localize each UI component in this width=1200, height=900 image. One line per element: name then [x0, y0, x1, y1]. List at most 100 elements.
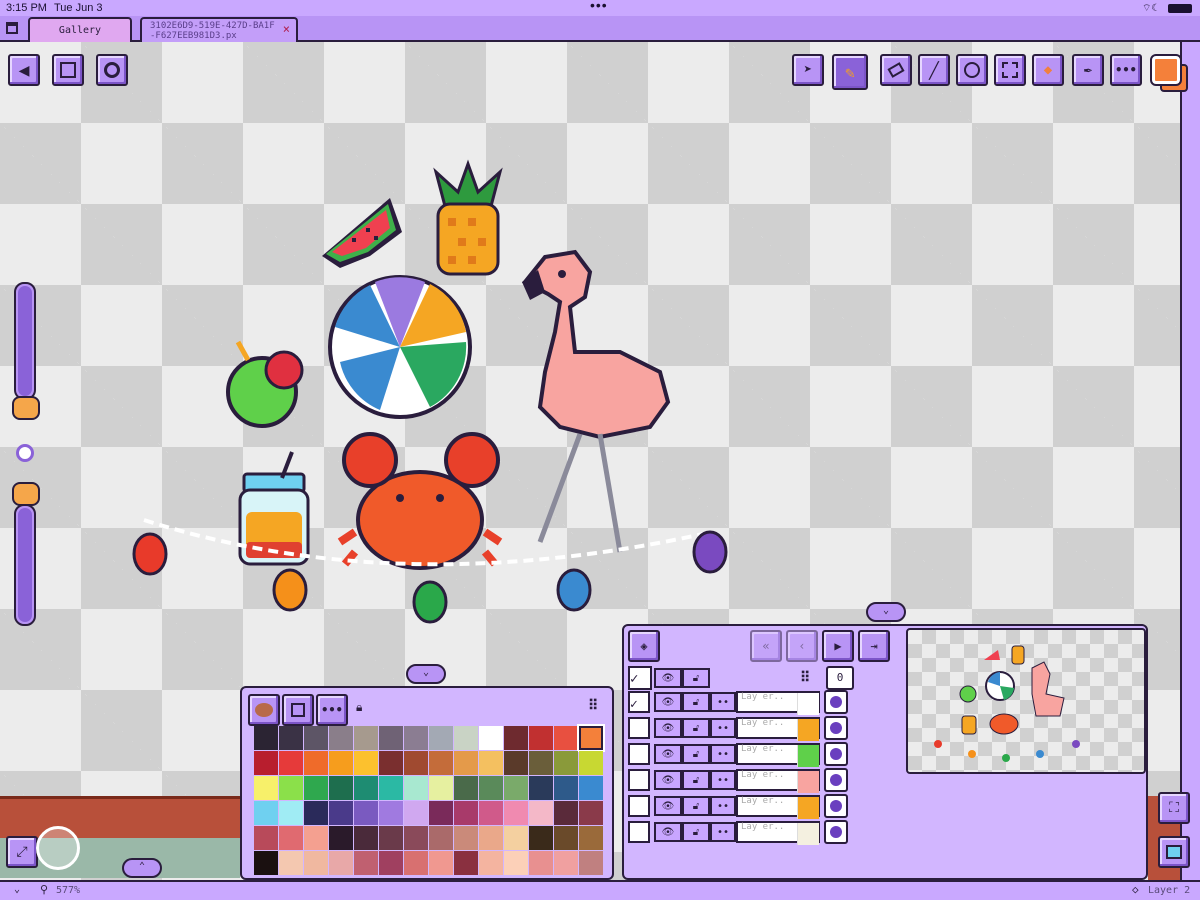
color-swatch[interactable]: [304, 776, 328, 800]
color-swatch[interactable]: [304, 751, 328, 775]
layer-visibility-toggle[interactable]: 👁︎: [654, 692, 682, 712]
palette-more-button[interactable]: •••: [316, 694, 348, 726]
color-swatch[interactable]: [529, 751, 553, 775]
cursor-tool[interactable]: ➤: [792, 54, 824, 86]
layer-lock-toggle[interactable]: 🔓︎: [682, 796, 710, 816]
color-swatch[interactable]: [354, 851, 378, 875]
reference-image-button[interactable]: [1158, 836, 1190, 868]
color-swatch[interactable]: [579, 851, 603, 875]
play-button[interactable]: ▶: [822, 630, 854, 662]
color-swatch[interactable]: [329, 851, 353, 875]
eyedropper-tool[interactable]: ✒: [1072, 54, 1104, 86]
chevron-down-icon[interactable]: ⌄: [14, 884, 20, 895]
layer-link-toggle[interactable]: ••: [710, 770, 736, 790]
color-swatch[interactable]: [429, 726, 453, 750]
color-swatch[interactable]: [379, 826, 403, 850]
color-swatch[interactable]: [454, 726, 478, 750]
layer-lock-toggle[interactable]: 🔓︎: [682, 718, 710, 738]
color-swatch[interactable]: [429, 851, 453, 875]
color-swatch[interactable]: [479, 751, 503, 775]
color-swatch[interactable]: [304, 851, 328, 875]
canvas-preview[interactable]: [906, 628, 1146, 774]
layer-name[interactable]: Lay er..: [736, 743, 820, 767]
layer-checkbox[interactable]: [628, 743, 650, 765]
color-swatch[interactable]: [579, 776, 603, 800]
brush-size-slider[interactable]: [14, 282, 36, 400]
layers-menu-button[interactable]: ◈: [628, 630, 660, 662]
layer-name[interactable]: Lay er..: [736, 691, 820, 715]
color-swatch[interactable]: [254, 776, 278, 800]
settings-button[interactable]: [96, 54, 128, 86]
color-swatch[interactable]: [504, 726, 528, 750]
color-swatch[interactable]: [504, 851, 528, 875]
color-swatch[interactable]: [529, 851, 553, 875]
layer-checkbox[interactable]: [628, 769, 650, 791]
color-swatch[interactable]: [354, 801, 378, 825]
color-swatch[interactable]: [554, 776, 578, 800]
color-swatch[interactable]: [254, 751, 278, 775]
eraser-tool[interactable]: [880, 54, 912, 86]
color-swatch[interactable]: [479, 851, 503, 875]
color-swatch[interactable]: [329, 776, 353, 800]
layer-name[interactable]: Lay er..: [736, 769, 820, 793]
fill-tool[interactable]: ◆: [1032, 54, 1064, 86]
color-swatch[interactable]: [329, 751, 353, 775]
color-swatch[interactable]: [279, 726, 303, 750]
circle-tool[interactable]: [956, 54, 988, 86]
color-swatch[interactable]: [304, 826, 328, 850]
layer-visibility-toggle[interactable]: 👁︎: [654, 796, 682, 816]
menu-icon[interactable]: [6, 22, 18, 34]
color-swatch[interactable]: [329, 826, 353, 850]
color-swatch[interactable]: [454, 751, 478, 775]
color-swatch[interactable]: [254, 801, 278, 825]
layer-checkbox[interactable]: [628, 795, 650, 817]
layer-visibility-toggle[interactable]: 👁︎: [654, 770, 682, 790]
layer-lock-toggle[interactable]: 🔓︎: [682, 692, 710, 712]
color-swatch[interactable]: [529, 726, 553, 750]
layer-lock-toggle[interactable]: 🔓︎: [682, 822, 710, 842]
layer-checkbox[interactable]: [628, 821, 650, 843]
fullscreen-button[interactable]: ⛶: [1158, 792, 1190, 824]
layer-opacity-button[interactable]: [824, 820, 848, 844]
color-swatch[interactable]: [577, 724, 605, 752]
joystick-control[interactable]: [36, 826, 80, 870]
first-frame-button[interactable]: «: [750, 630, 782, 662]
tab-gallery[interactable]: Gallery: [28, 17, 132, 42]
color-swatch[interactable]: [279, 851, 303, 875]
color-swatch[interactable]: [554, 726, 578, 750]
color-swatch[interactable]: [454, 851, 478, 875]
cat-handle-icon[interactable]: [12, 482, 40, 506]
layer-row[interactable]: ✓ 👁︎ 🔓︎ •• Lay er..: [624, 690, 854, 716]
color-swatch[interactable]: [404, 826, 428, 850]
layer-lock-toggle[interactable]: 🔓︎: [682, 770, 710, 790]
color-swatch[interactable]: [379, 751, 403, 775]
color-swatch[interactable]: [404, 776, 428, 800]
layers-toggle[interactable]: ⌄: [866, 602, 906, 622]
multitask-dots-icon[interactable]: •••: [590, 0, 608, 13]
line-tool[interactable]: ╱: [918, 54, 950, 86]
more-tools-button[interactable]: •••: [1110, 54, 1142, 86]
color-swatch[interactable]: [279, 826, 303, 850]
color-swatch[interactable]: [379, 726, 403, 750]
layer-row[interactable]: 👁︎ 🔓︎ •• Lay er..: [624, 742, 854, 768]
back-button[interactable]: ◀: [8, 54, 40, 86]
color-swatch[interactable]: [329, 801, 353, 825]
color-swatch[interactable]: [429, 801, 453, 825]
color-swatch[interactable]: [504, 801, 528, 825]
save-palette-button[interactable]: [282, 694, 314, 726]
color-swatch[interactable]: [354, 726, 378, 750]
layer-visibility-toggle[interactable]: 👁︎: [654, 822, 682, 842]
layer-opacity-button[interactable]: [824, 716, 848, 740]
color-swatch[interactable]: [579, 801, 603, 825]
color-swatch[interactable]: [554, 751, 578, 775]
layer-link-toggle[interactable]: ••: [710, 796, 736, 816]
layer-checkbox[interactable]: ✓: [628, 691, 650, 713]
layer-row[interactable]: 👁︎ 🔓︎ •• Lay er..: [624, 716, 854, 742]
color-swatch[interactable]: [529, 776, 553, 800]
layer-checkbox[interactable]: [628, 717, 650, 739]
color-swatch[interactable]: [504, 776, 528, 800]
color-swatch[interactable]: [554, 851, 578, 875]
drag-handle-icon[interactable]: ⠿: [800, 670, 810, 686]
lock-icon[interactable]: 🔒︎: [356, 700, 362, 715]
layer-row[interactable]: 👁︎ 🔓︎ •• Lay er..: [624, 820, 854, 846]
